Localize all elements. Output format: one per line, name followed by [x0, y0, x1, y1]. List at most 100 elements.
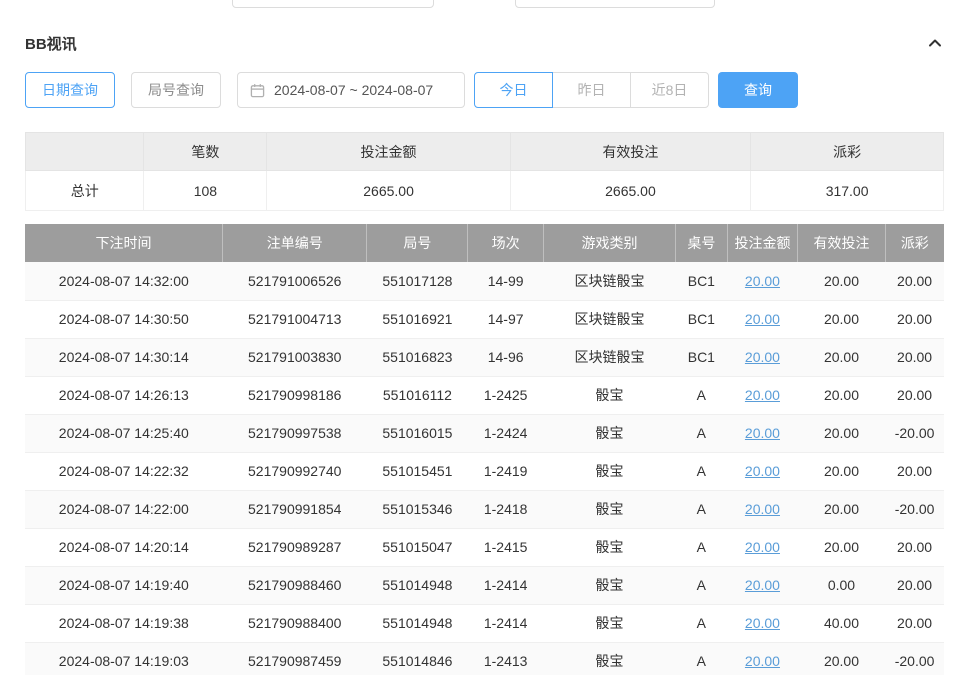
summary-total-bet-amount: 2665.00 — [267, 171, 510, 211]
cell-table-no: BC1 — [676, 262, 727, 300]
cell-valid: 20.00 — [798, 642, 885, 675]
table-row: 2024-08-07 14:19:38521790988400551014948… — [25, 604, 944, 642]
cell-table-no: A — [676, 528, 727, 566]
table-row: 2024-08-07 14:22:32521790992740551015451… — [25, 452, 944, 490]
cell-payout: 20.00 — [885, 300, 944, 338]
cell-table-no: BC1 — [676, 300, 727, 338]
filter-bar: 日期查询 局号查询 2024-08-07 ~ 2024-08-07 今日 昨日 … — [25, 72, 944, 108]
cell-bet: 20.00 — [727, 642, 798, 675]
cell-order: 521790988400 — [223, 604, 367, 642]
header-session: 场次 — [468, 224, 543, 262]
cell-session: 14-97 — [468, 300, 543, 338]
cell-time: 2024-08-07 14:20:14 — [25, 528, 223, 566]
round-query-tab[interactable]: 局号查询 — [131, 72, 221, 108]
cell-time: 2024-08-07 14:30:50 — [25, 300, 223, 338]
cell-valid: 20.00 — [798, 490, 885, 528]
cell-table-no: A — [676, 376, 727, 414]
cell-session: 1-2415 — [468, 528, 543, 566]
cell-valid: 20.00 — [798, 376, 885, 414]
cell-valid: 0.00 — [798, 566, 885, 604]
cell-payout: 20.00 — [885, 452, 944, 490]
cell-payout: -20.00 — [885, 414, 944, 452]
cell-session: 1-2414 — [468, 604, 543, 642]
date-range-picker[interactable]: 2024-08-07 ~ 2024-08-07 — [237, 72, 465, 108]
cell-game: 骰宝 — [543, 376, 675, 414]
cell-valid: 20.00 — [798, 300, 885, 338]
summary-total-valid-bet: 2665.00 — [510, 171, 751, 211]
cell-time: 2024-08-07 14:22:32 — [25, 452, 223, 490]
cell-table-no: A — [676, 566, 727, 604]
cell-bet: 20.00 — [727, 452, 798, 490]
cell-round: 551015047 — [367, 528, 468, 566]
summary-total-payout: 317.00 — [751, 171, 944, 211]
cell-round: 551015346 — [367, 490, 468, 528]
cell-bet: 20.00 — [727, 528, 798, 566]
chevron-up-icon[interactable] — [926, 34, 944, 52]
cell-game: 区块链骰宝 — [543, 338, 675, 376]
summary-header-count: 笔数 — [144, 133, 267, 171]
table-row: 2024-08-07 14:26:13521790998186551016112… — [25, 376, 944, 414]
cell-round: 551015451 — [367, 452, 468, 490]
summary-header-row: 笔数 投注金额 有效投注 派彩 — [26, 133, 944, 171]
cell-round: 551014948 — [367, 604, 468, 642]
cell-payout: 20.00 — [885, 338, 944, 376]
bet-table-body: 2024-08-07 14:32:00521791006526551017128… — [25, 262, 944, 675]
quick-range-last8days[interactable]: 近8日 — [630, 72, 709, 108]
bet-amount-link[interactable]: 20.00 — [745, 311, 780, 327]
bet-amount-link[interactable]: 20.00 — [745, 539, 780, 555]
bet-amount-link[interactable]: 20.00 — [745, 615, 780, 631]
bet-amount-link[interactable]: 20.00 — [745, 425, 780, 441]
cell-game: 骰宝 — [543, 414, 675, 452]
summary-header-payout: 派彩 — [751, 133, 944, 171]
cell-payout: 20.00 — [885, 604, 944, 642]
cell-bet: 20.00 — [727, 490, 798, 528]
summary-header-blank — [26, 133, 144, 171]
table-header-row: 下注时间 注单编号 局号 场次 游戏类别 桌号 投注金额 有效投注 派彩 — [25, 224, 944, 262]
cell-payout: -20.00 — [885, 490, 944, 528]
cell-session: 1-2425 — [468, 376, 543, 414]
cell-round: 551014846 — [367, 642, 468, 675]
cell-valid: 20.00 — [798, 338, 885, 376]
cell-time: 2024-08-07 14:19:40 — [25, 566, 223, 604]
cell-order: 521791006526 — [223, 262, 367, 300]
bet-amount-link[interactable]: 20.00 — [745, 501, 780, 517]
date-query-tab[interactable]: 日期查询 — [25, 72, 115, 108]
cell-table-no: A — [676, 452, 727, 490]
cell-valid: 20.00 — [798, 452, 885, 490]
header-bet-amount: 投注金额 — [727, 224, 798, 262]
cell-valid: 20.00 — [798, 414, 885, 452]
table-row: 2024-08-07 14:22:00521790991854551015346… — [25, 490, 944, 528]
top-select-right[interactable] — [515, 0, 715, 8]
cell-table-no: A — [676, 604, 727, 642]
cell-session: 14-99 — [468, 262, 543, 300]
bet-amount-link[interactable]: 20.00 — [745, 349, 780, 365]
table-row: 2024-08-07 14:25:40521790997538551016015… — [25, 414, 944, 452]
cell-round: 551016015 — [367, 414, 468, 452]
cell-order: 521790987459 — [223, 642, 367, 675]
bet-amount-link[interactable]: 20.00 — [745, 463, 780, 479]
quick-range-yesterday[interactable]: 昨日 — [552, 72, 631, 108]
table-row: 2024-08-07 14:30:14521791003830551016823… — [25, 338, 944, 376]
quick-range-today[interactable]: 今日 — [474, 72, 553, 108]
bet-amount-link[interactable]: 20.00 — [745, 273, 780, 289]
cell-order: 521791003830 — [223, 338, 367, 376]
bet-amount-link[interactable]: 20.00 — [745, 653, 780, 669]
bet-amount-link[interactable]: 20.00 — [745, 577, 780, 593]
cell-time: 2024-08-07 14:19:38 — [25, 604, 223, 642]
cell-game: 区块链骰宝 — [543, 300, 675, 338]
cell-game: 区块链骰宝 — [543, 262, 675, 300]
top-select-left[interactable] — [232, 0, 434, 8]
cell-time: 2024-08-07 14:25:40 — [25, 414, 223, 452]
cell-table-no: A — [676, 642, 727, 675]
table-row: 2024-08-07 14:19:03521790987459551014846… — [25, 642, 944, 675]
cell-game: 骰宝 — [543, 452, 675, 490]
cell-bet: 20.00 — [727, 262, 798, 300]
quick-range-group: 今日 昨日 近8日 — [474, 72, 709, 108]
table-row: 2024-08-07 14:32:00521791006526551017128… — [25, 262, 944, 300]
cell-session: 1-2419 — [468, 452, 543, 490]
bet-amount-link[interactable]: 20.00 — [745, 387, 780, 403]
cell-round: 551017128 — [367, 262, 468, 300]
table-row: 2024-08-07 14:30:50521791004713551016921… — [25, 300, 944, 338]
search-button[interactable]: 查询 — [718, 72, 798, 108]
cell-round: 551014948 — [367, 566, 468, 604]
